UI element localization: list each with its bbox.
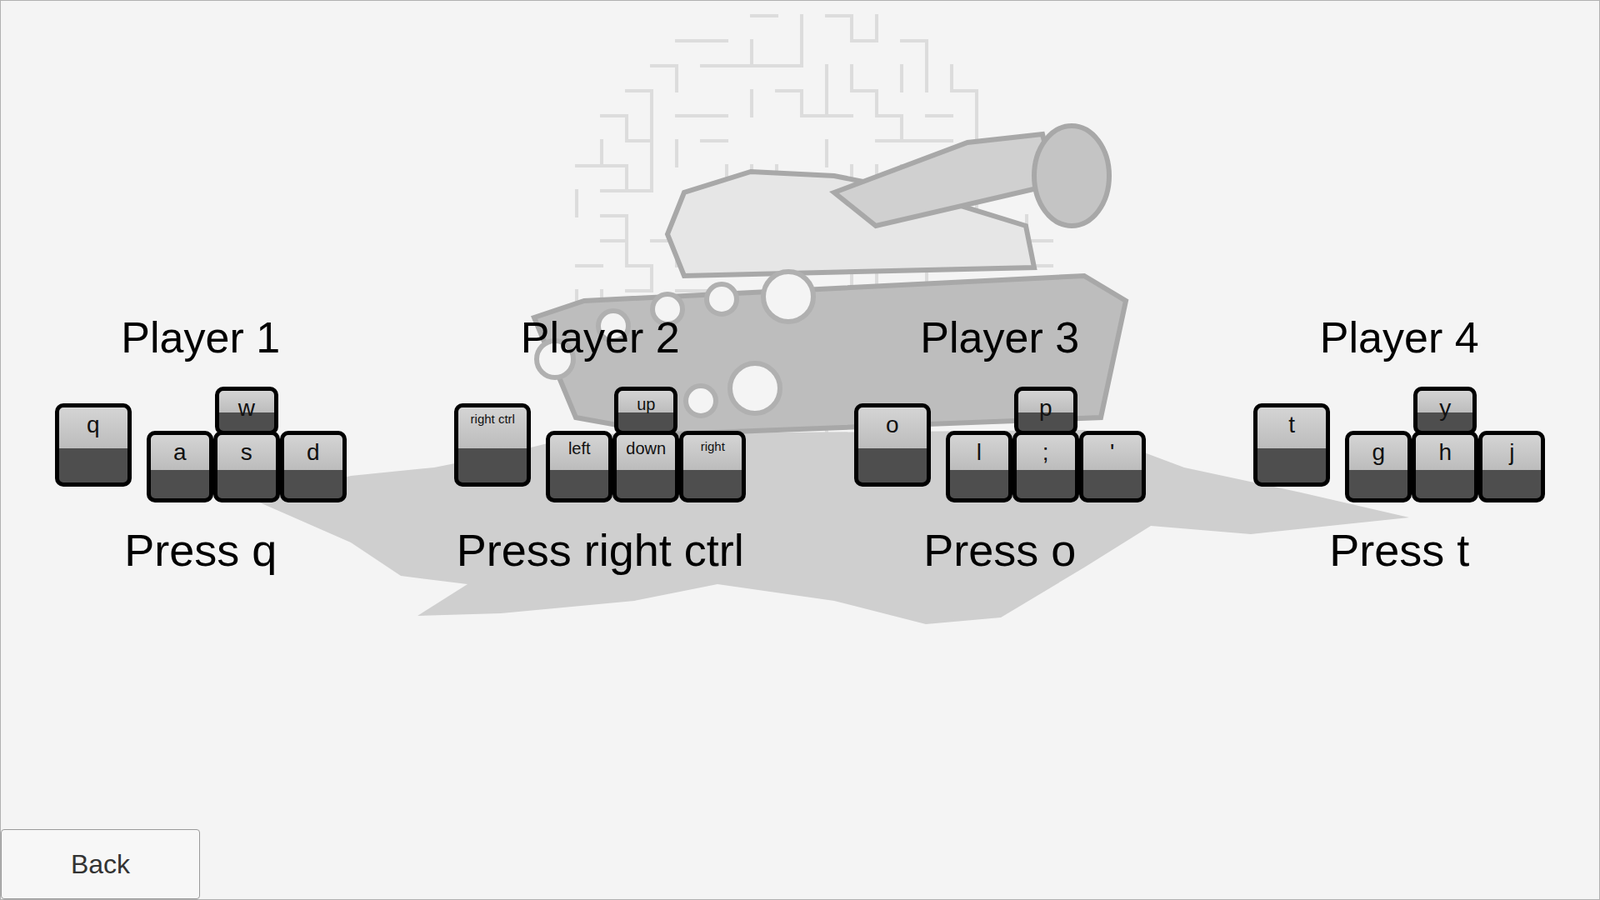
down-key: s — [213, 430, 280, 503]
player-title: Player 4 — [1320, 311, 1480, 364]
bottom-keys-row: leftdownright — [545, 430, 746, 503]
player-column: Player 3opl;'Press o — [800, 311, 1200, 578]
bottom-keys-row: l;' — [945, 430, 1146, 503]
up-key: up — [614, 386, 678, 435]
movement-keys: yghj — [1345, 386, 1545, 503]
fire-key: right ctrl — [454, 403, 531, 487]
player-column: Player 2right ctrlupleftdownrightPress r… — [400, 311, 801, 578]
player-setup-screen: Player 1qwasdPress qPlayer 2right ctrlup… — [0, 0, 1600, 900]
bottom-keys-row: ghj — [1345, 430, 1545, 503]
fire-key: t — [1253, 403, 1330, 487]
back-button[interactable]: Back — [0, 829, 200, 900]
left-key: left — [545, 430, 613, 503]
right-key: right — [679, 430, 746, 503]
player-column: Player 4tyghjPress t — [1200, 311, 1600, 578]
player-title: Player 1 — [120, 311, 280, 364]
right-key: ' — [1079, 430, 1146, 503]
left-key: g — [1345, 430, 1412, 503]
left-key: l — [945, 430, 1013, 503]
right-key: d — [280, 430, 347, 503]
players-row: Player 1qwasdPress qPlayer 2right ctrlup… — [0, 0, 1600, 578]
up-key: p — [1014, 386, 1078, 435]
player-column: Player 1qwasdPress q — [0, 311, 401, 578]
fire-key: q — [55, 403, 132, 487]
down-key: down — [612, 430, 680, 503]
key-set: qwasd — [55, 384, 347, 505]
key-set: right ctrlupleftdownright — [454, 384, 746, 505]
player-title: Player 2 — [520, 311, 680, 364]
player-prompt: Press right ctrl — [456, 523, 745, 578]
key-set: tyghj — [1253, 384, 1545, 505]
down-key: ; — [1012, 430, 1080, 503]
movement-keys: wasd — [146, 386, 347, 503]
fire-key: o — [854, 403, 931, 487]
left-key: a — [146, 430, 214, 503]
movement-keys: pl;' — [945, 386, 1146, 503]
key-set: opl;' — [854, 384, 1146, 505]
player-prompt: Press q — [124, 523, 277, 578]
player-prompt: Press t — [1329, 523, 1470, 578]
up-key: w — [215, 386, 279, 435]
up-key: y — [1413, 386, 1477, 435]
player-title: Player 3 — [920, 311, 1080, 364]
right-key: j — [1478, 430, 1545, 503]
bottom-keys-row: asd — [146, 430, 347, 503]
player-prompt: Press o — [923, 523, 1076, 578]
down-key: h — [1411, 430, 1479, 503]
movement-keys: upleftdownright — [545, 386, 746, 503]
